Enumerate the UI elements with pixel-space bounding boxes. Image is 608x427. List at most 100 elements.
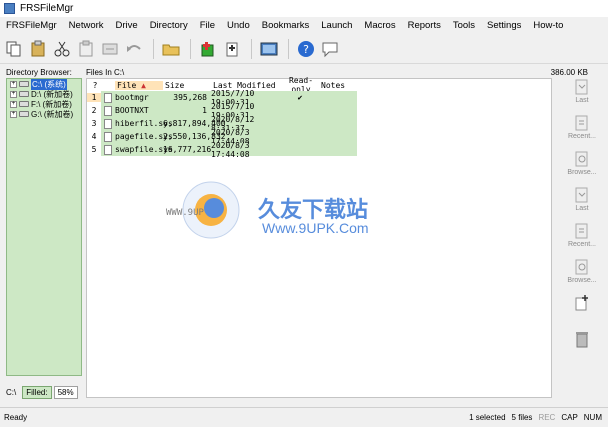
menu-launch[interactable]: Launch bbox=[315, 20, 358, 31]
menu-file[interactable]: File bbox=[194, 20, 221, 31]
move-icon[interactable] bbox=[99, 38, 121, 60]
paste-icon[interactable] bbox=[27, 38, 49, 60]
table-row[interactable]: 4 pagefile.sys 2,550,136,832 2020/8/3 17… bbox=[87, 128, 551, 146]
column-header-index[interactable]: ? bbox=[87, 81, 101, 90]
menu-undo[interactable]: Undo bbox=[221, 20, 256, 31]
toolbar-separator bbox=[288, 38, 289, 59]
add-file-button[interactable] bbox=[560, 294, 604, 324]
add-file-icon bbox=[575, 295, 588, 311]
toolbar-separator bbox=[190, 38, 191, 59]
file-icon bbox=[101, 131, 115, 142]
column-header-notes[interactable]: Notes bbox=[319, 81, 357, 90]
recent-icon bbox=[575, 115, 588, 131]
file-name: hiberfil.sys bbox=[115, 119, 173, 128]
last-button-2[interactable]: Last bbox=[560, 186, 604, 216]
file-icon bbox=[101, 92, 115, 103]
browse-button-2[interactable]: Browse... bbox=[560, 258, 604, 288]
drive-icon bbox=[19, 111, 29, 117]
trash-icon bbox=[576, 332, 588, 348]
app-icon bbox=[4, 3, 15, 14]
screenshot-icon[interactable] bbox=[258, 38, 280, 60]
expand-icon[interactable]: + bbox=[10, 80, 17, 88]
sort-ascending-icon: ▲ bbox=[141, 80, 146, 90]
tree-item-d[interactable]: + D:\ (新加卷) bbox=[7, 89, 81, 99]
menu-drive[interactable]: Drive bbox=[110, 20, 144, 31]
undo-icon[interactable] bbox=[123, 38, 145, 60]
recent-button-label: Recent... bbox=[567, 241, 596, 248]
watermark-left-text: WWW.9UP bbox=[166, 208, 204, 218]
file-name: pagefile.sys bbox=[115, 132, 173, 141]
tree-item-g[interactable]: + G:\ (新加卷) bbox=[7, 109, 81, 119]
file-icon bbox=[101, 144, 115, 155]
table-row[interactable]: 2 BOOTNXT 1 2015/7/10 19:00:31 bbox=[87, 102, 551, 120]
tree-item-f[interactable]: + F:\ (新加卷) bbox=[7, 99, 81, 109]
last-button[interactable]: Last bbox=[560, 78, 604, 108]
row-number: 3 bbox=[91, 119, 97, 128]
recent-button[interactable]: Recent... bbox=[560, 114, 604, 144]
file-icon bbox=[101, 105, 115, 116]
help-icon[interactable]: ? bbox=[295, 38, 317, 60]
menu-macros[interactable]: Macros bbox=[358, 20, 401, 31]
menu-network[interactable]: Network bbox=[63, 20, 110, 31]
menu-settings[interactable]: Settings bbox=[481, 20, 527, 31]
file-name: swapfile.sys bbox=[115, 145, 173, 154]
status-selected: 1 selected bbox=[469, 413, 506, 422]
folder-open-icon[interactable] bbox=[160, 38, 182, 60]
drive-icon bbox=[19, 81, 29, 87]
column-header-size[interactable]: Size bbox=[163, 81, 211, 90]
window-title: FRSFileMgr bbox=[20, 3, 74, 14]
new-folder-icon[interactable] bbox=[197, 38, 219, 60]
expand-icon[interactable]: + bbox=[10, 90, 17, 98]
row-number: 2 bbox=[91, 106, 97, 115]
status-cap: CAP bbox=[561, 413, 578, 422]
toolbar-separator bbox=[153, 38, 154, 59]
file-size: 6,817,894,400 bbox=[163, 119, 226, 128]
status-bar: Ready 1 selected 5 files REC CAP NUM bbox=[0, 407, 608, 427]
tree-item-label: G:\ (新加卷) bbox=[31, 109, 74, 119]
title-bar: FRSFileMgr bbox=[0, 0, 608, 17]
filled-percent: 58% bbox=[53, 386, 78, 399]
clipboard-icon[interactable] bbox=[75, 38, 97, 60]
menu-tools[interactable]: Tools bbox=[447, 20, 481, 31]
file-name: BOOTNXT bbox=[115, 106, 149, 115]
last-icon bbox=[575, 79, 588, 95]
files-in-label: Files In C:\ bbox=[86, 68, 125, 77]
row-number: 4 bbox=[91, 132, 97, 141]
toolbar: ? bbox=[0, 34, 608, 64]
menu-bookmarks[interactable]: Bookmarks bbox=[256, 20, 316, 31]
menu-how-to[interactable]: How-to bbox=[527, 20, 569, 31]
file-size: 16,777,216 bbox=[163, 145, 212, 154]
last-icon bbox=[575, 187, 588, 203]
expand-icon[interactable]: + bbox=[10, 110, 17, 118]
file-size: 395,268 bbox=[173, 93, 207, 102]
menu-frsfilemgr[interactable]: FRSFileMgr bbox=[0, 20, 63, 31]
browse-button[interactable]: Browse... bbox=[560, 150, 604, 180]
status-ready: Ready bbox=[4, 413, 28, 422]
last-button-label: Last bbox=[575, 97, 589, 104]
drive-fill-indicator: C:\ Filled: 58% bbox=[6, 386, 78, 399]
chat-icon[interactable] bbox=[319, 38, 341, 60]
row-number: 1 bbox=[87, 93, 101, 102]
file-size: 1 bbox=[202, 106, 207, 115]
new-file-icon[interactable] bbox=[221, 38, 243, 60]
menu-directory[interactable]: Directory bbox=[144, 20, 194, 31]
table-row[interactable]: 3 hiberfil.sys 6,817,894,400 2020/8/12 8… bbox=[87, 115, 551, 133]
menu-reports[interactable]: Reports bbox=[402, 20, 447, 31]
row-number: 5 bbox=[91, 145, 97, 154]
watermark-url: Www.9UPK.Com bbox=[262, 220, 369, 236]
right-toolbar: Last Recent... Browse... Last Recent... … bbox=[560, 78, 604, 348]
toolbar-separator bbox=[251, 38, 252, 59]
directory-tree[interactable]: + C:\ (系统) + D:\ (新加卷) + F:\ (新加卷) + G:\… bbox=[6, 78, 82, 376]
tree-item-c[interactable]: + C:\ (系统) bbox=[7, 78, 81, 90]
copy-icon[interactable] bbox=[3, 38, 25, 60]
table-row[interactable]: 1 bootmgr 395,268 2015/7/10 19:00:31 ✔ bbox=[87, 89, 551, 107]
file-icon bbox=[101, 118, 115, 129]
expand-icon[interactable]: + bbox=[10, 100, 17, 108]
column-header-file[interactable]: File ▲ bbox=[115, 80, 163, 90]
svg-text:?: ? bbox=[303, 43, 309, 56]
delete-button[interactable] bbox=[560, 330, 604, 360]
table-row[interactable]: 5 swapfile.sys 16,777,216 2020/8/3 17:44… bbox=[87, 141, 551, 159]
recent-button-2[interactable]: Recent... bbox=[560, 222, 604, 252]
cut-icon[interactable] bbox=[51, 38, 73, 60]
status-rec: REC bbox=[538, 413, 556, 422]
